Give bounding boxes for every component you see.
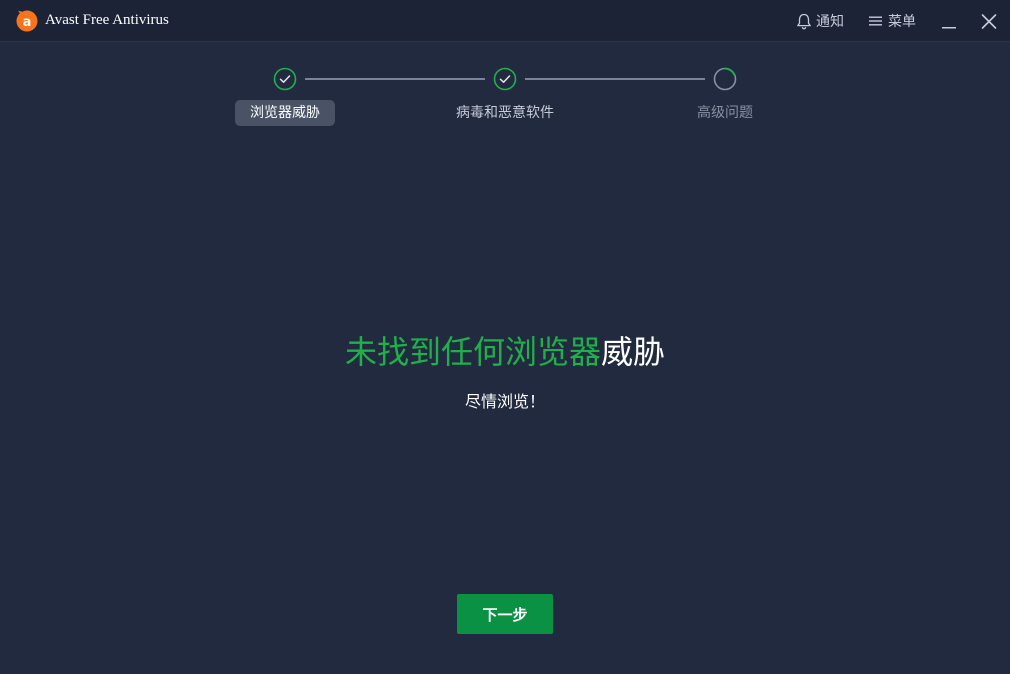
result-headline: 未找到任何浏览器威胁	[0, 330, 1010, 374]
step-connector-1	[305, 78, 485, 80]
title-bar: a Avast Free Antivirus 通知 菜单	[0, 0, 1010, 42]
menu-button[interactable]: 菜单	[869, 10, 916, 32]
step-connector-2	[525, 78, 705, 80]
step-2-check-icon	[493, 67, 517, 91]
app-window: a Avast Free Antivirus 通知 菜单 浏览器威胁 病毒和恶意…	[0, 0, 1010, 674]
app-title: Avast Free Antivirus	[45, 12, 169, 28]
menu-label: 菜单	[888, 14, 916, 30]
bell-icon	[797, 13, 811, 29]
avast-logo-icon: a	[16, 10, 38, 32]
step-1-check-icon	[273, 67, 297, 91]
minimize-icon	[942, 27, 956, 29]
step-label-browser-threats: 浏览器威胁	[235, 100, 335, 126]
scan-progress-stepper: 浏览器威胁 病毒和恶意软件 高级问题	[0, 60, 1010, 140]
hamburger-icon	[869, 16, 882, 26]
step-label-advanced-issues: 高级问题	[697, 105, 753, 121]
svg-text:a: a	[23, 15, 32, 30]
result-subline: 尽情浏览！	[464, 392, 545, 411]
step-3-spinner-icon	[713, 67, 737, 91]
minimize-button[interactable]	[941, 10, 957, 32]
next-step-button[interactable]: 下一步	[457, 594, 553, 634]
headline-white-part: 威胁	[601, 334, 666, 370]
notifications-label: 通知	[816, 14, 844, 30]
notifications-button[interactable]: 通知	[796, 10, 844, 32]
close-icon	[981, 14, 997, 29]
headline-green-part: 未找到任何浏览器	[344, 334, 601, 370]
close-button[interactable]	[981, 11, 997, 33]
step-label-viruses-malware: 病毒和恶意软件	[456, 105, 554, 121]
